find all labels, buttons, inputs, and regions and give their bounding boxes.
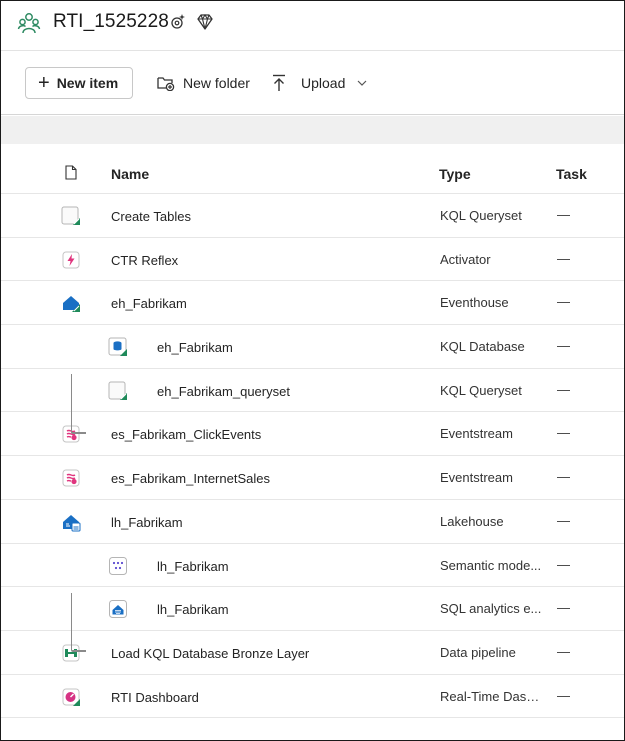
tree-connector-line [71,374,72,432]
settings-sparkle-icon[interactable] [169,13,187,31]
toolbar: + New item New folder Upload [1,52,624,115]
semantic-model-icon [108,556,128,576]
table-row[interactable]: CTR Reflex Activator — [1,238,624,282]
item-task: — [557,425,570,441]
table-row[interactable]: Create Tables KQL Queryset — [1,194,624,238]
item-name[interactable]: eh_Fabrikam_queryset [157,384,290,399]
table-row[interactable]: es_Fabrikam_InternetSales Eventstream — [1,456,624,500]
item-name[interactable]: eh_Fabrikam [157,340,233,355]
column-header-task[interactable]: Task [556,166,587,182]
new-item-label: New item [56,75,119,91]
filter-band [1,116,624,144]
item-task: — [557,512,570,528]
table-header: Name Type Task [1,151,624,194]
table-row[interactable]: eh_Fabrikam_queryset KQL Queryset — [1,369,624,413]
kql-queryset-icon [61,206,81,226]
premium-diamond-icon[interactable] [196,13,214,31]
realtime-dashboard-icon [61,687,81,707]
item-name[interactable]: lh_Fabrikam [157,559,229,574]
item-name[interactable]: Load KQL Database Bronze Layer [111,646,309,661]
new-item-button[interactable]: + New item [25,67,133,99]
kql-database-icon [108,337,128,357]
item-name[interactable]: lh_Fabrikam [157,602,229,617]
table-row[interactable]: eh_Fabrikam KQL Database — [1,325,624,369]
tree-connector-line [71,593,72,650]
item-task: — [557,250,570,266]
item-task: — [557,338,570,354]
column-header-type[interactable]: Type [439,166,471,182]
workspace-header: RTI_1525228 [1,1,624,51]
upload-icon [273,74,285,91]
item-name[interactable]: RTI Dashboard [111,690,199,705]
tree-connector-end [71,650,86,652]
item-task: — [557,600,570,616]
table-row[interactable]: lh_Fabrikam SQL analytics e... — [1,587,624,631]
item-task: — [557,207,570,222]
new-folder-icon [157,77,175,91]
lakehouse-icon [61,512,81,532]
item-name[interactable]: Create Tables [111,209,191,224]
item-task: — [557,643,570,659]
item-type: KQL Queryset [440,382,522,398]
tree-connector-end [71,432,86,434]
chevron-down-icon[interactable] [357,80,367,86]
table-row[interactable]: RTI Dashboard Real-Time Dash... — [1,675,624,719]
item-task: — [557,687,570,703]
item-type: SQL analytics e... [440,601,542,617]
table-row[interactable]: lh_Fabrikam Lakehouse — [1,500,624,544]
item-type: KQL Database [440,339,525,355]
item-task: — [557,381,570,397]
new-folder-label: New folder [183,75,250,91]
item-name[interactable]: lh_Fabrikam [111,515,183,530]
table-row[interactable]: eh_Fabrikam Eventhouse — [1,281,624,326]
table-row[interactable]: es_Fabrikam_ClickEvents Eventstream — [1,412,624,457]
item-task: — [557,469,570,485]
item-name[interactable]: es_Fabrikam_InternetSales [111,471,270,486]
item-name[interactable]: CTR Reflex [111,253,178,268]
item-type: Eventstream [440,470,513,486]
workspace-title: RTI_1525228 [53,11,169,32]
item-type: KQL Queryset [440,208,522,223]
eventhouse-icon [61,293,81,313]
upload-label: Upload [301,75,346,91]
activator-icon [61,250,81,270]
item-type: Lakehouse [440,513,504,529]
new-folder-button[interactable]: New folder [157,67,250,99]
sql-endpoint-icon [108,599,128,619]
table-body: Create Tables KQL Queryset — CTR Reflex Acti… [1,194,624,719]
workspace-people-icon [17,13,41,34]
item-type: Eventhouse [440,295,509,311]
item-task: — [557,556,570,572]
column-header-name[interactable]: Name [111,166,149,182]
item-type: Eventstream [440,426,513,442]
items-table: Name Type Task Create Tables KQL Queryset… [1,151,624,719]
upload-button[interactable]: Upload [271,67,375,99]
table-row[interactable]: Load KQL Database Bronze Layer Data pipel… [1,631,624,675]
item-name[interactable]: es_Fabrikam_ClickEvents [111,427,261,442]
item-type: Real-Time Dash... [440,688,544,704]
item-type: Semantic mode... [440,557,542,573]
plus-icon: + [38,72,50,94]
workspace-frame: RTI_1525228 + New item New folder Upload… [0,0,625,741]
document-icon [65,165,77,180]
item-task: — [557,294,570,310]
item-type: Activator [440,251,491,267]
kql-queryset-icon [108,381,128,401]
item-type: Data pipeline [440,644,516,660]
table-row[interactable]: lh_Fabrikam Semantic mode... — [1,544,624,588]
eventstream-icon [61,468,81,488]
item-name[interactable]: eh_Fabrikam [111,296,187,311]
